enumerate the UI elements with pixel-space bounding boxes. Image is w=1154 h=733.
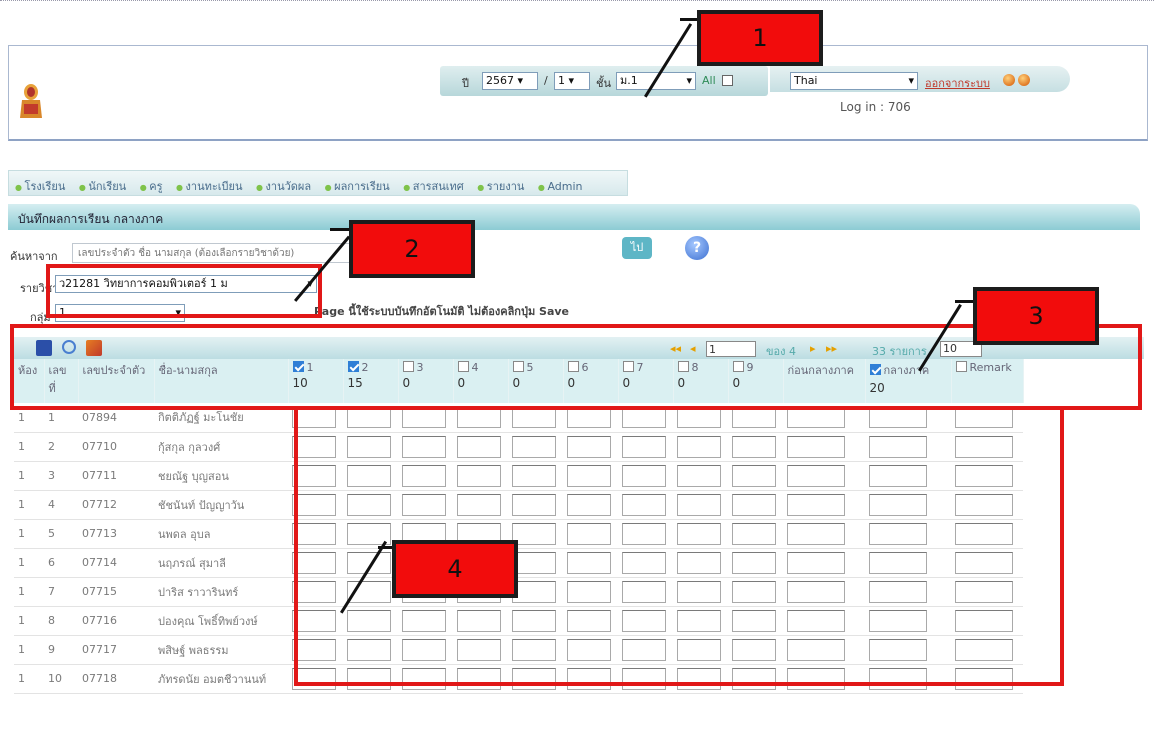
- nav-item-reports[interactable]: รายงาน: [477, 180, 524, 193]
- main-nav: โรงเรียน นักเรียน ครู งานทะเบียน งานวัดผ…: [8, 170, 628, 196]
- cell-id: 07714: [78, 548, 154, 578]
- nav-item-admin[interactable]: Admin: [538, 180, 583, 193]
- nav-item-teachers[interactable]: ครู: [140, 180, 163, 193]
- pointer-2-cap: [330, 228, 350, 231]
- term-value: 1: [558, 74, 565, 87]
- cell-name: กุ้สกุล กุลวงศ์: [154, 432, 288, 462]
- nav-item-students[interactable]: นักเรียน: [79, 180, 126, 193]
- go-label: ไป: [630, 241, 644, 254]
- cell-name: ปาริส ราวารินทร์: [154, 577, 288, 607]
- annotation-label-2: 2: [349, 220, 475, 278]
- cell-room: 1: [14, 548, 44, 578]
- slash-divider: /: [544, 74, 548, 87]
- login-info: Log in : 706: [840, 100, 911, 114]
- cell-no: 9: [44, 635, 78, 665]
- cell-name: พสิษฐ์ พลธรรม: [154, 635, 288, 665]
- cell-room: 1: [14, 461, 44, 491]
- cell-room: 1: [14, 606, 44, 636]
- autosave-note: Page นี้ใช้ระบบบันทึกอัตโนมัติ ไม่ต้องคล…: [314, 305, 570, 318]
- cell-id: 07710: [78, 432, 154, 462]
- go-button[interactable]: ไป: [622, 237, 652, 259]
- annotation-label-1: 1: [697, 10, 823, 66]
- cell-room: 1: [14, 577, 44, 607]
- cell-id: 07718: [78, 664, 154, 694]
- search-input[interactable]: [72, 243, 357, 263]
- year-select[interactable]: 2567 ▾: [482, 72, 538, 90]
- cell-id: 07711: [78, 461, 154, 491]
- cell-no: 4: [44, 490, 78, 520]
- year-term-filter-bar: ปี 2567 ▾ / 1 ▾ ชั้น ม.1 ▾ All: [440, 66, 768, 96]
- cell-no: 8: [44, 606, 78, 636]
- nav-item-assessment[interactable]: งานวัดผล: [256, 180, 311, 193]
- top-divider: [0, 0, 1154, 2]
- nav-item-school[interactable]: โรงเรียน: [15, 180, 65, 193]
- class-label: ชั้น: [596, 77, 611, 90]
- cell-id: 07713: [78, 519, 154, 549]
- school-logo-icon: [20, 84, 42, 118]
- cell-room: 1: [14, 635, 44, 665]
- cell-room: 1: [14, 519, 44, 549]
- cell-no: 6: [44, 548, 78, 578]
- cell-name: ชยณัฐ บุญสอน: [154, 461, 288, 491]
- highlight-box-2: [46, 264, 322, 318]
- cell-name: ภัทรดนัย อมตชีวานนท์: [154, 664, 288, 694]
- logout-icon[interactable]: [1003, 74, 1015, 86]
- year-value: 2567: [486, 74, 514, 87]
- cell-id: 07715: [78, 577, 154, 607]
- cell-id: 07717: [78, 635, 154, 665]
- all-label: All: [702, 74, 716, 87]
- pointer-3-cap: [955, 300, 975, 303]
- cell-name: ชัชนันท์ ปัญญาวัน: [154, 490, 288, 520]
- cell-name: นฤภรณ์ สุมาลี: [154, 548, 288, 578]
- refresh-icon[interactable]: [1018, 74, 1030, 86]
- nav-item-info[interactable]: สารสนเทศ: [403, 180, 464, 193]
- cell-room: 1: [14, 664, 44, 694]
- annotation-label-4: 4: [392, 540, 518, 598]
- cell-no: 5: [44, 519, 78, 549]
- language-select[interactable]: Thai ▾: [790, 72, 918, 90]
- nav-item-registration[interactable]: งานทะเบียน: [176, 180, 242, 193]
- cell-no: 2: [44, 432, 78, 462]
- search-label: ค้นหาจาก: [10, 250, 58, 263]
- page-title: บันทึกผลการเรียน กลางภาค: [8, 204, 1140, 230]
- year-label: ปี: [462, 77, 469, 90]
- logout-link[interactable]: ออกจากระบบ: [925, 74, 990, 92]
- language-value: Thai: [794, 74, 818, 87]
- cell-room: 1: [14, 490, 44, 520]
- cell-no: 10: [44, 664, 78, 694]
- cell-no: 3: [44, 461, 78, 491]
- cell-name: นพดล อุบล: [154, 519, 288, 549]
- cell-no: 7: [44, 577, 78, 607]
- cell-id: 07716: [78, 606, 154, 636]
- all-checkbox[interactable]: [722, 75, 733, 86]
- help-icon[interactable]: ?: [685, 236, 709, 260]
- cell-name: ปองคุณ โพธิ์ทิพย์วงษ์: [154, 606, 288, 636]
- class-value: ม.1: [620, 74, 638, 87]
- nav-item-results[interactable]: ผลการเรียน: [325, 180, 390, 193]
- annotation-label-3: 3: [973, 287, 1099, 345]
- cell-id: 07712: [78, 490, 154, 520]
- cell-room: 1: [14, 432, 44, 462]
- term-select[interactable]: 1 ▾: [554, 72, 590, 90]
